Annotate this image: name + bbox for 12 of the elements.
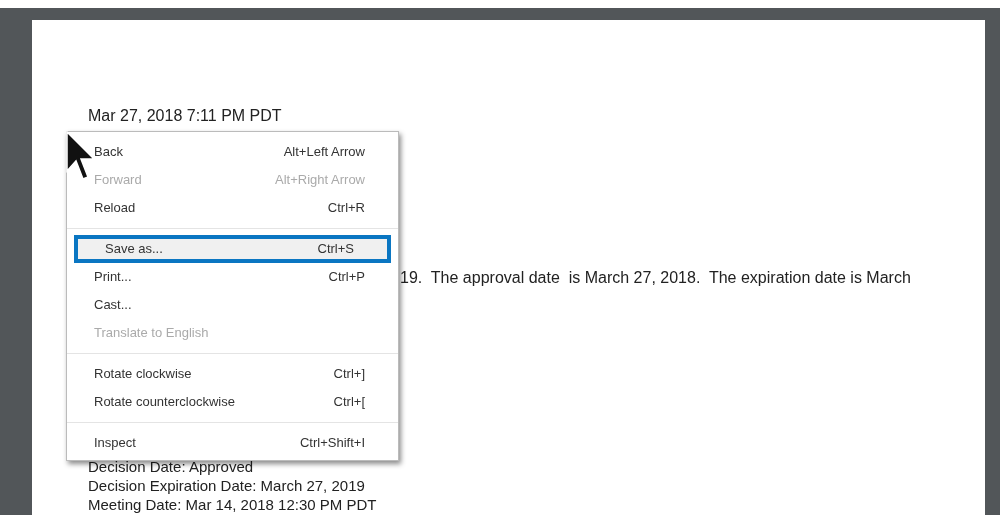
menu-item[interactable]: Inspect Ctrl+Shift+I	[67, 429, 398, 457]
document-line: Meeting Date: Mar 14, 2018 12:30 PM PDT	[88, 495, 377, 514]
menu-item[interactable]: Rotate counterclockwise Ctrl+[	[67, 388, 398, 416]
menu-item[interactable]: Cast...	[67, 291, 398, 319]
timestamp-text: Mar 27, 2018 7:11 PM PDT	[88, 106, 282, 126]
menu-item[interactable]: Reload Ctrl+R	[67, 194, 398, 222]
document-line: Decision Expiration Date: March 27, 2019	[88, 476, 365, 495]
document-line: Decision Date: Approved	[88, 457, 254, 476]
menu-item[interactable]: Rotate clockwise Ctrl+]	[67, 360, 398, 388]
paragraph-text: 19. The approval date is March 27, 2018. The expiration date is March	[400, 268, 911, 288]
menu-item[interactable]: Print... Ctrl+P	[67, 263, 398, 291]
menu-item[interactable]: Save as... Ctrl+S	[74, 235, 391, 263]
